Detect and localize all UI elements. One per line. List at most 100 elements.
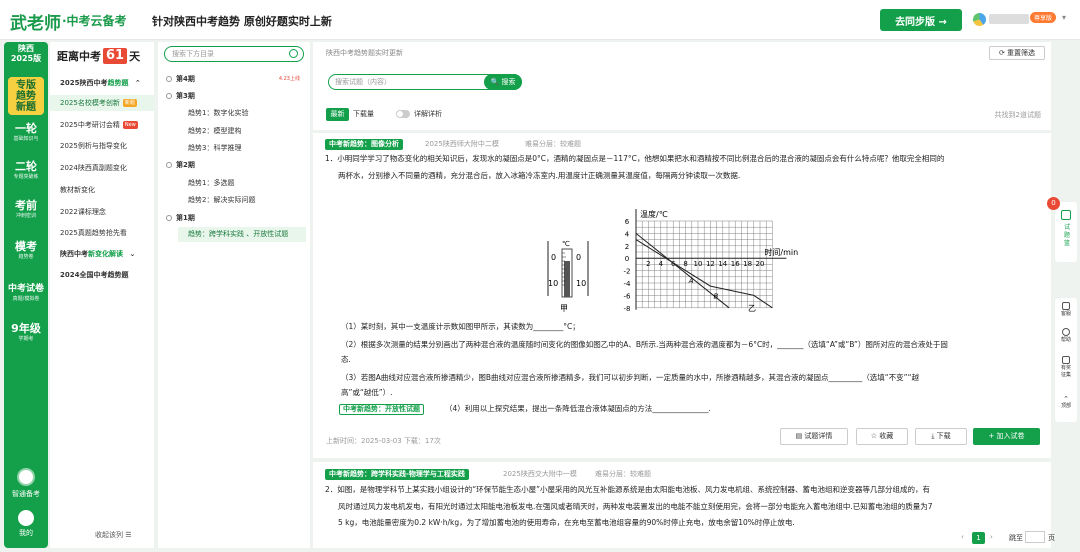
nav-grade-nine[interactable]: 9年级 学期考 (8, 320, 44, 350)
reset-filter-button[interactable]: ⟳ 重置筛选 (989, 46, 1045, 60)
category-item[interactable]: 2025例析与指导变化 (50, 138, 154, 154)
explanation-toggle[interactable] (396, 110, 410, 118)
trend-tag: 中考新趋势：跨学科实践-物理学与工程实践 (325, 469, 469, 480)
help-button[interactable]: 帮助 (1055, 328, 1077, 344)
nav-sublabel: 基础知识与 (13, 136, 39, 142)
thermometer-tick: 10 (576, 279, 586, 288)
directory-item[interactable]: 趋势2：解决实际问题 (178, 193, 306, 208)
user-avatar[interactable] (973, 13, 986, 26)
download-button[interactable]: ⤓ 下载 (915, 428, 967, 445)
thermometer-figure: ℃ 0 10 0 10 甲 (547, 240, 589, 313)
category-group[interactable]: 2024全国中考趋势题 (50, 267, 154, 283)
directory-period[interactable]: 第4期 4.23上线 (166, 72, 306, 87)
exam-countdown: 距离中考 61 天 (57, 48, 140, 64)
category-group[interactable]: 陕西中考新变化解读 ⌄ (50, 246, 154, 262)
sub-question-1: （1）某时刻，其中一支温度计示数如图甲所示，其读数为________°C； (341, 322, 580, 331)
directory-item[interactable]: 趋势1：多选题 (178, 176, 306, 191)
nav-label: 专版 趋势 新题 (16, 80, 36, 113)
nav-sublabel: 趋势卷 (18, 254, 34, 260)
category-item[interactable]: 2024陕西真副题变化 (50, 160, 154, 176)
x-tick-label: 18 (743, 260, 752, 268)
nav-label: 二轮 (15, 160, 37, 173)
ai-prep-icon[interactable] (17, 468, 35, 486)
nav-mock-exam[interactable]: 模考 趋势卷 (8, 238, 44, 268)
vip-badge: 尊享版 (1030, 12, 1057, 23)
y-axis-label: 温度/℃ (640, 209, 668, 219)
explanation-toggle-label: 详解详析 (414, 110, 442, 118)
collapse-column-button[interactable]: 收起该列 ☰ (95, 530, 132, 540)
curve-b-label: B (714, 293, 719, 301)
directory-period[interactable]: 第1期 (166, 211, 306, 226)
directory-search-input[interactable]: 搜索下方目录 (164, 46, 304, 62)
caret-up-icon: ⌃ (134, 79, 141, 87)
tab-downloads[interactable]: 下载量 (353, 108, 374, 121)
search-icon[interactable] (289, 49, 298, 58)
cart-icon[interactable] (1061, 210, 1071, 220)
chevron-up-icon: ⌃ (1063, 395, 1069, 403)
category-group[interactable]: 2025陕西中考趋势题 ⌃ (50, 75, 154, 91)
back-to-top-button[interactable]: ⌃ 顶部 (1055, 396, 1077, 410)
x-tick-label: 20 (756, 260, 765, 268)
nav-label: 一轮 (15, 122, 37, 135)
category-item[interactable]: 教材新变化 (50, 182, 154, 198)
nav-pre-exam[interactable]: 考前 冲刺密训 (8, 197, 44, 227)
tool-label: 帮助 (1060, 337, 1071, 343)
y-tick-label: 6 (625, 218, 630, 226)
divider (313, 458, 1051, 462)
ai-prep-label[interactable]: 智通备考 (4, 489, 48, 499)
province-version[interactable]: 陕西 2025版 (8, 44, 44, 64)
thermometer-tick: 0 (576, 253, 581, 262)
nav-exam-papers[interactable]: 中考试卷 真题/模拟卷 (8, 280, 44, 310)
category-item[interactable]: 2022课标理念 (50, 204, 154, 220)
pagination: ‹ 1 › 跳至 页 (313, 528, 1055, 548)
directory-period[interactable]: 第2期 (166, 158, 306, 173)
category-item[interactable]: 2025名校模考创新 新题 (50, 95, 154, 111)
x-tick-label: 8 (683, 260, 687, 268)
countdown-days: 61 (103, 48, 128, 64)
node-icon (166, 215, 172, 221)
directory-item[interactable]: 趋势3：科学推理 (178, 141, 306, 156)
category-item[interactable]: 2025真题趋势抢先看 (50, 225, 154, 241)
directory-period[interactable]: 第3期 (166, 89, 306, 104)
favorite-button[interactable]: ☆ 收藏 (856, 428, 908, 445)
sub-question-4: （4）利用以上探究结果，提出一条降低混合液体凝固点的方法____________… (445, 404, 711, 413)
page-prev-button[interactable]: ‹ (961, 533, 964, 541)
node-icon (166, 76, 172, 82)
category-column: 距离中考 61 天 2025陕西中考趋势题 ⌃ 2025名校模考创新 新题 202… (50, 42, 154, 548)
sub-question-3-cont: 高”或“越低”）. (341, 388, 393, 397)
feedback-button[interactable]: 有奖征集 (1055, 356, 1077, 379)
customer-service-button[interactable]: 客服 (1055, 302, 1077, 318)
x-tick-label: 14 (718, 260, 727, 268)
trend-tag: 中考新趋势：图像分析 (325, 139, 403, 150)
nav-trend-questions[interactable]: 专版 趋势 新题 (8, 77, 44, 115)
category-text: 陕西中考 (60, 250, 88, 258)
directory-item[interactable]: 趋势2：模型建构 (178, 124, 306, 139)
profile-icon[interactable] (18, 510, 34, 526)
category-item[interactable]: 2025中考研讨会精 New (50, 117, 154, 133)
add-to-paper-button[interactable]: + 加入试卷 (973, 428, 1040, 445)
page-number-current[interactable]: 1 (972, 532, 985, 544)
directory-item[interactable]: 趋势1：数字化实验 (178, 106, 306, 121)
nav-round-two[interactable]: 二轮 专题突破练 (8, 158, 44, 188)
thermometer-unit: ℃ (562, 240, 570, 248)
question-detail-button[interactable]: ▤ 试题详情 (780, 428, 848, 445)
profile-label[interactable]: 我的 (4, 528, 48, 538)
logo[interactable]: 武老师 (10, 9, 61, 34)
period-label: 第3期 (176, 92, 195, 100)
user-menu-caret-icon[interactable]: ▾ (1062, 13, 1066, 22)
x-axis-label: 时间/min (764, 247, 798, 257)
question-footer: 上新时间：2025-03-03 下载：17次 (326, 437, 441, 445)
page-goto-input[interactable] (1025, 531, 1045, 543)
sync-version-button[interactable]: 去同步版 → (880, 9, 962, 31)
sub-question-3: （3）若图A曲线对应混合液所掺酒精少，图B曲线对应混合液所掺酒精多，我们可以初步… (341, 373, 919, 382)
page-next-button[interactable]: › (990, 533, 993, 541)
x-tick-label: 16 (731, 260, 740, 268)
user-name-blurred[interactable] (989, 14, 1029, 24)
directory-item-active[interactable]: 趋势：跨学科实践 、开放性试题 (178, 227, 306, 242)
cart-label[interactable]: 试题篮 (1062, 224, 1072, 248)
question-search-button[interactable]: 🔍 搜索 (484, 74, 522, 90)
nav-round-one[interactable]: 一轮 基础知识与 (8, 120, 44, 150)
tab-latest[interactable]: 最新 (326, 108, 349, 121)
tool-label: 客服 (1060, 311, 1071, 317)
button-label: 试题详情 (804, 432, 833, 440)
